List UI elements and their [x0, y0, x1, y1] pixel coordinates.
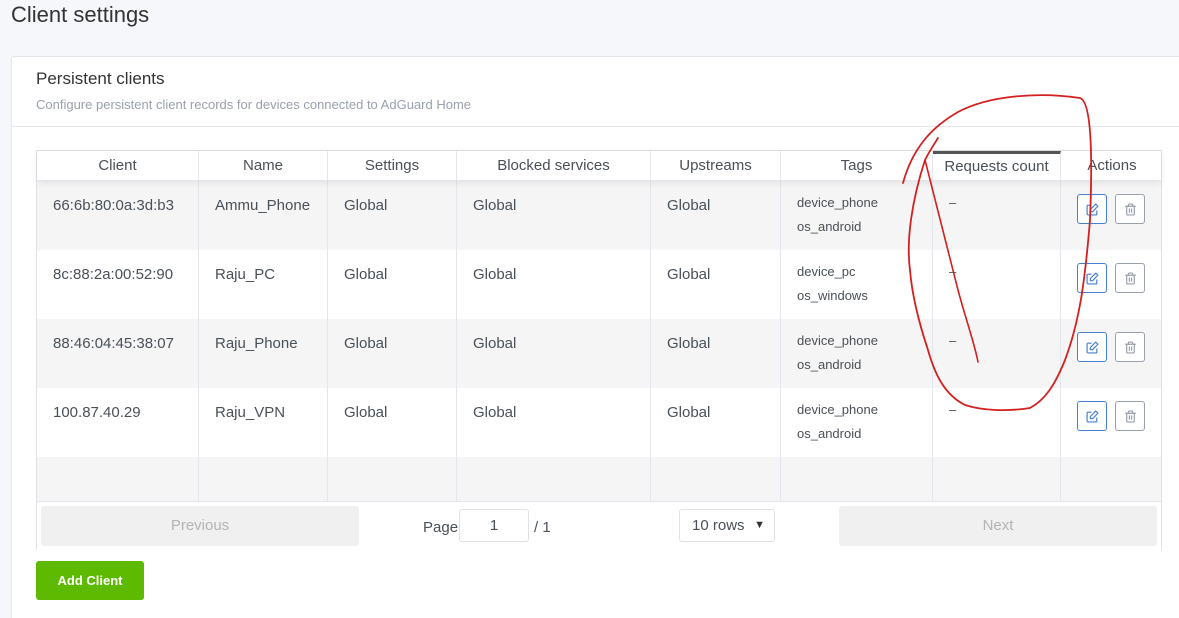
cell-actions: [1061, 181, 1163, 250]
cell-requests-count: –: [933, 181, 1061, 250]
empty-cell: [651, 457, 781, 501]
edit-client-button[interactable]: [1077, 332, 1107, 362]
empty-row: [37, 457, 1161, 501]
tag: os_android: [797, 426, 862, 441]
cell-tags: device_phone os_android: [781, 181, 933, 250]
cell-requests-count: –: [933, 250, 1061, 319]
trash-icon: [1124, 271, 1136, 285]
table-header: Client Name Settings Blocked services Up…: [37, 151, 1161, 181]
delete-client-button[interactable]: [1115, 263, 1145, 293]
tag: device_phone: [797, 195, 878, 210]
cell-name-text: Raju_Phone: [215, 335, 298, 352]
cell-upstreams: Global: [651, 319, 781, 388]
empty-cell: [328, 457, 457, 501]
edit-icon: [1085, 340, 1099, 354]
cell-requests-count: –: [933, 388, 1061, 457]
empty-cell: [1061, 457, 1163, 501]
clients-table: Client Name Settings Blocked services Up…: [36, 150, 1162, 551]
edit-icon: [1085, 409, 1099, 423]
column-header-actions: Actions: [1087, 157, 1137, 174]
card-header: Persistent clients Configure persistent …: [12, 57, 1179, 127]
table-row: 8c:88:2a:00:52:90 Raju_PC Global Global …: [37, 250, 1161, 319]
tag: os_android: [797, 357, 862, 372]
previous-page-button[interactable]: Previous: [41, 506, 359, 546]
empty-cell: [933, 457, 1061, 501]
edit-client-button[interactable]: [1077, 263, 1107, 293]
tag: device_pc: [797, 264, 856, 279]
table-row: 66:6b:80:0a:3d:b3 Ammu_Phone Global Glob…: [37, 181, 1161, 250]
cell-actions: [1061, 319, 1163, 388]
empty-cell: [199, 457, 328, 501]
page-label: Page: [423, 519, 459, 536]
cell-blocked-services: Global: [457, 181, 651, 250]
card-subtitle: Configure persistent client records for …: [36, 97, 472, 112]
tag: device_phone: [797, 402, 878, 417]
cell-client: 8c:88:2a:00:52:90: [37, 250, 199, 319]
table-row: 88:46:04:45:38:07 Raju_Phone Global Glob…: [37, 319, 1161, 388]
cell-client: 66:6b:80:0a:3d:b3: [37, 181, 199, 250]
cell-name-text: Raju_VPN: [215, 404, 286, 421]
add-client-button[interactable]: Add Client: [36, 561, 144, 600]
edit-icon: [1085, 271, 1099, 285]
cell-name: Raju_VPN: [199, 388, 328, 457]
table-row: 100.87.40.29 Raju_VPN Global Global Glob…: [37, 388, 1161, 457]
tag: os_android: [797, 219, 862, 234]
column-header-upstreams[interactable]: Upstreams: [651, 151, 781, 181]
cell-tags: device_pc os_windows: [781, 250, 933, 319]
cell-tags: device_phone os_android: [781, 319, 933, 388]
empty-cell: [457, 457, 651, 501]
cell-blocked-services: Global: [457, 388, 651, 457]
cell-upstreams: Global: [651, 181, 781, 250]
chevron-down-icon: ▼: [754, 519, 765, 531]
card-title: Persistent clients: [36, 69, 165, 88]
column-header-tags[interactable]: Tags: [781, 151, 933, 181]
cell-name-text: Ammu_Phone: [215, 197, 311, 214]
tag: os_windows: [797, 288, 868, 303]
delete-client-button[interactable]: [1115, 194, 1145, 224]
cell-actions: [1061, 250, 1163, 319]
cell-settings: Global: [328, 388, 457, 457]
column-header-blocked-services[interactable]: Blocked services: [457, 151, 651, 181]
empty-cell: [781, 457, 933, 501]
empty-cell: [37, 457, 199, 501]
delete-client-button[interactable]: [1115, 332, 1145, 362]
cell-upstreams: Global: [651, 388, 781, 457]
edit-client-button[interactable]: [1077, 194, 1107, 224]
delete-client-button[interactable]: [1115, 401, 1145, 431]
cell-client: 88:46:04:45:38:07: [37, 319, 199, 388]
column-header-client[interactable]: Client: [37, 151, 199, 181]
page-total: / 1: [534, 519, 551, 536]
cell-blocked-services: Global: [457, 319, 651, 388]
trash-icon: [1124, 409, 1136, 423]
pagination: Previous Page 1 / 1 10 rows ▼ Next: [37, 501, 1161, 551]
cell-name: Raju_PC: [199, 250, 328, 319]
cell-client: 100.87.40.29: [37, 388, 199, 457]
page-number-input[interactable]: 1: [459, 509, 529, 542]
cell-settings: Global: [328, 181, 457, 250]
trash-icon: [1124, 202, 1136, 216]
rows-per-page-select[interactable]: 10 rows ▼: [679, 509, 775, 542]
cell-name-text: Raju_PC: [215, 266, 276, 283]
cell-upstreams: Global: [651, 250, 781, 319]
cell-requests-count: –: [933, 319, 1061, 388]
tag: device_phone: [797, 333, 878, 348]
column-header-settings[interactable]: Settings: [328, 151, 457, 181]
persistent-clients-card: Persistent clients Configure persistent …: [11, 56, 1179, 618]
page-title: Client settings: [11, 2, 150, 27]
cell-tags: device_phone os_android: [781, 388, 933, 457]
trash-icon: [1124, 340, 1136, 354]
edit-icon: [1085, 202, 1099, 216]
cell-settings: Global: [328, 319, 457, 388]
cell-name: Raju_Phone: [199, 319, 328, 388]
cell-settings: Global: [328, 250, 457, 319]
next-page-button[interactable]: Next: [839, 506, 1157, 546]
column-header-name[interactable]: Name: [199, 151, 328, 181]
cell-name: Ammu_Phone: [199, 181, 328, 250]
cell-actions: [1061, 388, 1163, 457]
rows-per-page-value: 10 rows: [692, 517, 745, 534]
edit-client-button[interactable]: [1077, 401, 1107, 431]
column-header-requests-count[interactable]: Requests count: [933, 151, 1061, 181]
cell-blocked-services: Global: [457, 250, 651, 319]
